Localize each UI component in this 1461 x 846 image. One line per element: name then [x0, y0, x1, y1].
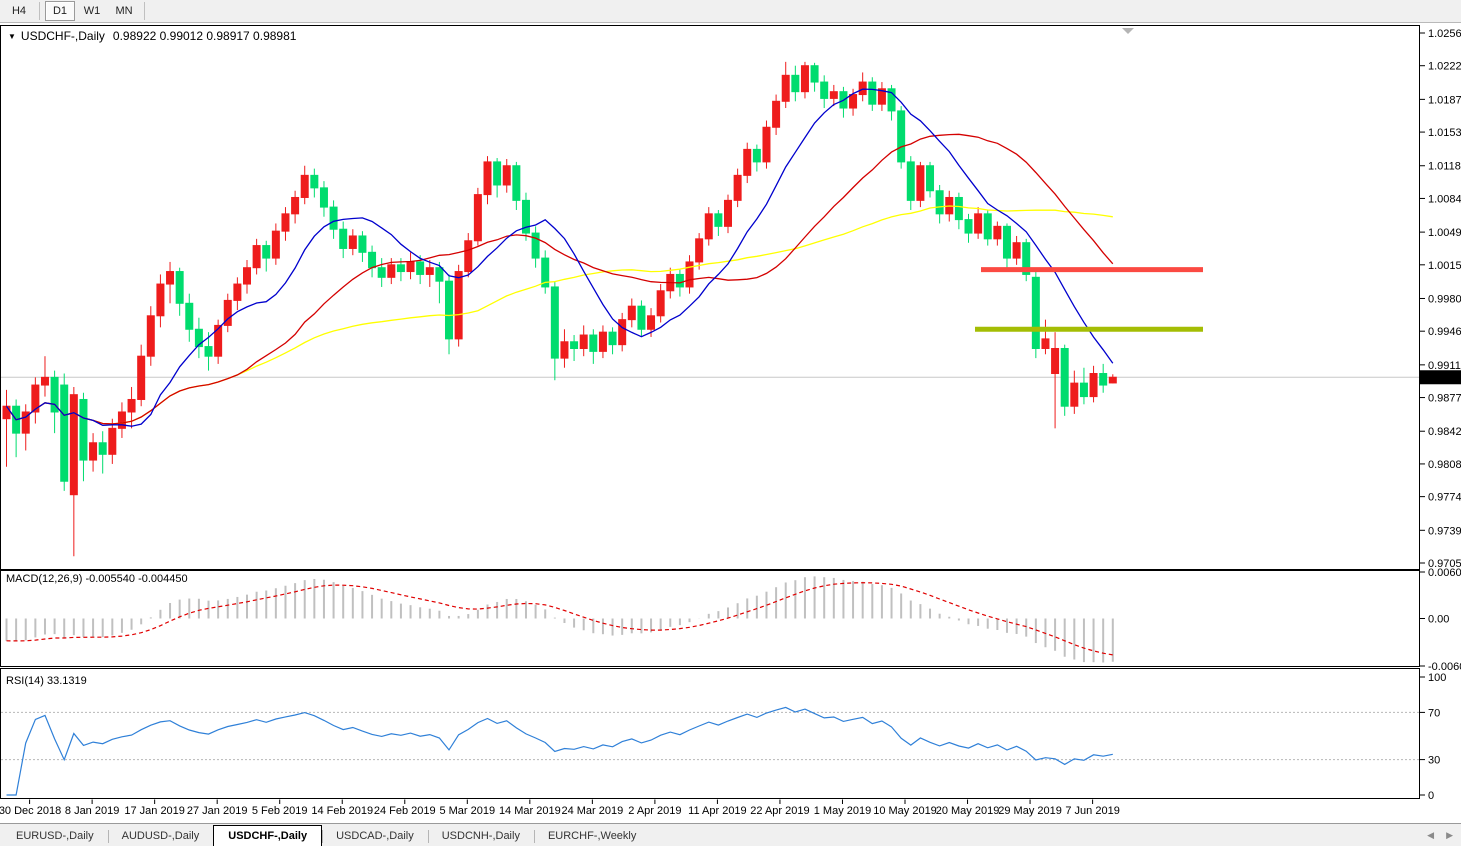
- svg-text:0.98981: 0.98981: [1422, 372, 1461, 384]
- tab-audusd-daily[interactable]: AUDUSD-,Daily: [108, 827, 214, 846]
- svg-text:7 Jun 2019: 7 Jun 2019: [1065, 805, 1119, 817]
- toolbar-separator: [144, 2, 145, 20]
- svg-text:29 May 2019: 29 May 2019: [998, 805, 1062, 817]
- period-button-h4[interactable]: H4: [4, 1, 34, 21]
- tab-eurchf-weekly[interactable]: EURCHF-,Weekly: [534, 827, 650, 846]
- svg-text:0.97390: 0.97390: [1428, 525, 1461, 537]
- svg-text:11 Apr 2019: 11 Apr 2019: [688, 805, 747, 817]
- svg-text:10 May 2019: 10 May 2019: [873, 805, 937, 817]
- svg-text:30 Dec 2018: 30 Dec 2018: [0, 805, 61, 817]
- chart-title: ▼ USDCHF-,Daily 0.98922 0.99012 0.98917 0.…: [8, 29, 296, 43]
- svg-text:14 Feb 2019: 14 Feb 2019: [311, 805, 373, 817]
- tab-usdchf-daily[interactable]: USDCHF-,Daily: [213, 825, 322, 846]
- rsi-axis-label: 30: [1428, 755, 1440, 767]
- symbol-period-label: USDCHF-,Daily: [21, 29, 105, 43]
- svg-text:24 Feb 2019: 24 Feb 2019: [374, 805, 436, 817]
- svg-text:0.98770: 0.98770: [1428, 393, 1461, 405]
- tab-eurusd-daily[interactable]: EURUSD-,Daily: [2, 827, 108, 846]
- svg-text:5 Feb 2019: 5 Feb 2019: [252, 805, 308, 817]
- svg-text:1.02220: 1.02220: [1428, 61, 1461, 73]
- period-button-w1[interactable]: W1: [77, 1, 107, 21]
- svg-text:0.97740: 0.97740: [1428, 492, 1461, 504]
- svg-text:1.00150: 1.00150: [1428, 260, 1461, 272]
- ohlc-values: 0.98922 0.99012 0.98917 0.98981: [113, 29, 297, 43]
- rsi-axis-label: 70: [1428, 707, 1440, 719]
- svg-text:17 Jan 2019: 17 Jan 2019: [124, 805, 185, 817]
- symbol-dropdown-icon[interactable]: ▼: [8, 32, 16, 41]
- chart-canvas[interactable]: 1.02560 1.02220 1.01870 1.01530 1.01180 1.008…: [0, 24, 1461, 822]
- svg-text:22 Apr 2019: 22 Apr 2019: [750, 805, 809, 817]
- chart-tab-bar: EURUSD-,DailyAUDUSD-,DailyUSDCHF-,DailyU…: [0, 823, 1461, 846]
- svg-text:8 Jan 2019: 8 Jan 2019: [65, 805, 119, 817]
- svg-text:1.02560: 1.02560: [1428, 28, 1461, 40]
- svg-text:0.99110: 0.99110: [1428, 360, 1461, 372]
- tab-scroll-right-icon[interactable]: ▶: [1446, 830, 1453, 841]
- tab-scroll-arrows: ◀ ▶: [1427, 830, 1453, 841]
- svg-text:1.01530: 1.01530: [1428, 127, 1461, 139]
- svg-text:0.98080: 0.98080: [1428, 459, 1461, 471]
- svg-text:14 Mar 2019: 14 Mar 2019: [499, 805, 561, 817]
- macd-axis-label: 0.00: [1428, 614, 1449, 626]
- svg-text:0.99460: 0.99460: [1428, 326, 1461, 338]
- period-toolbar: H4 D1W1MN: [0, 0, 1461, 23]
- svg-text:0.98420: 0.98420: [1428, 426, 1461, 438]
- rsi-axis-label: 0: [1428, 790, 1434, 802]
- svg-text:27 Jan 2019: 27 Jan 2019: [187, 805, 248, 817]
- mt4-window: H4D1W1MN 1.025601.022201.018701.015301.0…: [0, 0, 1461, 846]
- tab-usdcnh-daily[interactable]: USDCNH-,Daily: [428, 827, 534, 846]
- svg-text:24 Mar 2019: 24 Mar 2019: [561, 805, 623, 817]
- macd-indicator-label: MACD(12,26,9) -0.005540 -0.004450: [6, 573, 188, 585]
- period-button-d1[interactable]: D1: [45, 1, 75, 21]
- svg-text:0.99800: 0.99800: [1428, 293, 1461, 305]
- svg-text:1 May 2019: 1 May 2019: [814, 805, 871, 817]
- rsi-axis-label: 100: [1428, 672, 1446, 684]
- svg-text:1.01870: 1.01870: [1428, 94, 1461, 106]
- svg-text:1.00840: 1.00840: [1428, 193, 1461, 205]
- macd-axis-label: 0.006058: [1428, 567, 1461, 579]
- toolbar-separator: [39, 2, 40, 20]
- svg-text:2 Apr 2019: 2 Apr 2019: [628, 805, 681, 817]
- tab-usdcad-daily[interactable]: USDCAD-,Daily: [322, 827, 428, 846]
- svg-text:1.01180: 1.01180: [1428, 161, 1461, 173]
- tab-scroll-left-icon[interactable]: ◀: [1427, 830, 1434, 841]
- svg-text:20 May 2019: 20 May 2019: [936, 805, 1000, 817]
- svg-text:5 Mar 2019: 5 Mar 2019: [439, 805, 495, 817]
- svg-text:1.00490: 1.00490: [1428, 227, 1461, 239]
- period-button-mn[interactable]: MN: [109, 1, 139, 21]
- rsi-indicator-label: RSI(14) 33.1319: [6, 675, 87, 687]
